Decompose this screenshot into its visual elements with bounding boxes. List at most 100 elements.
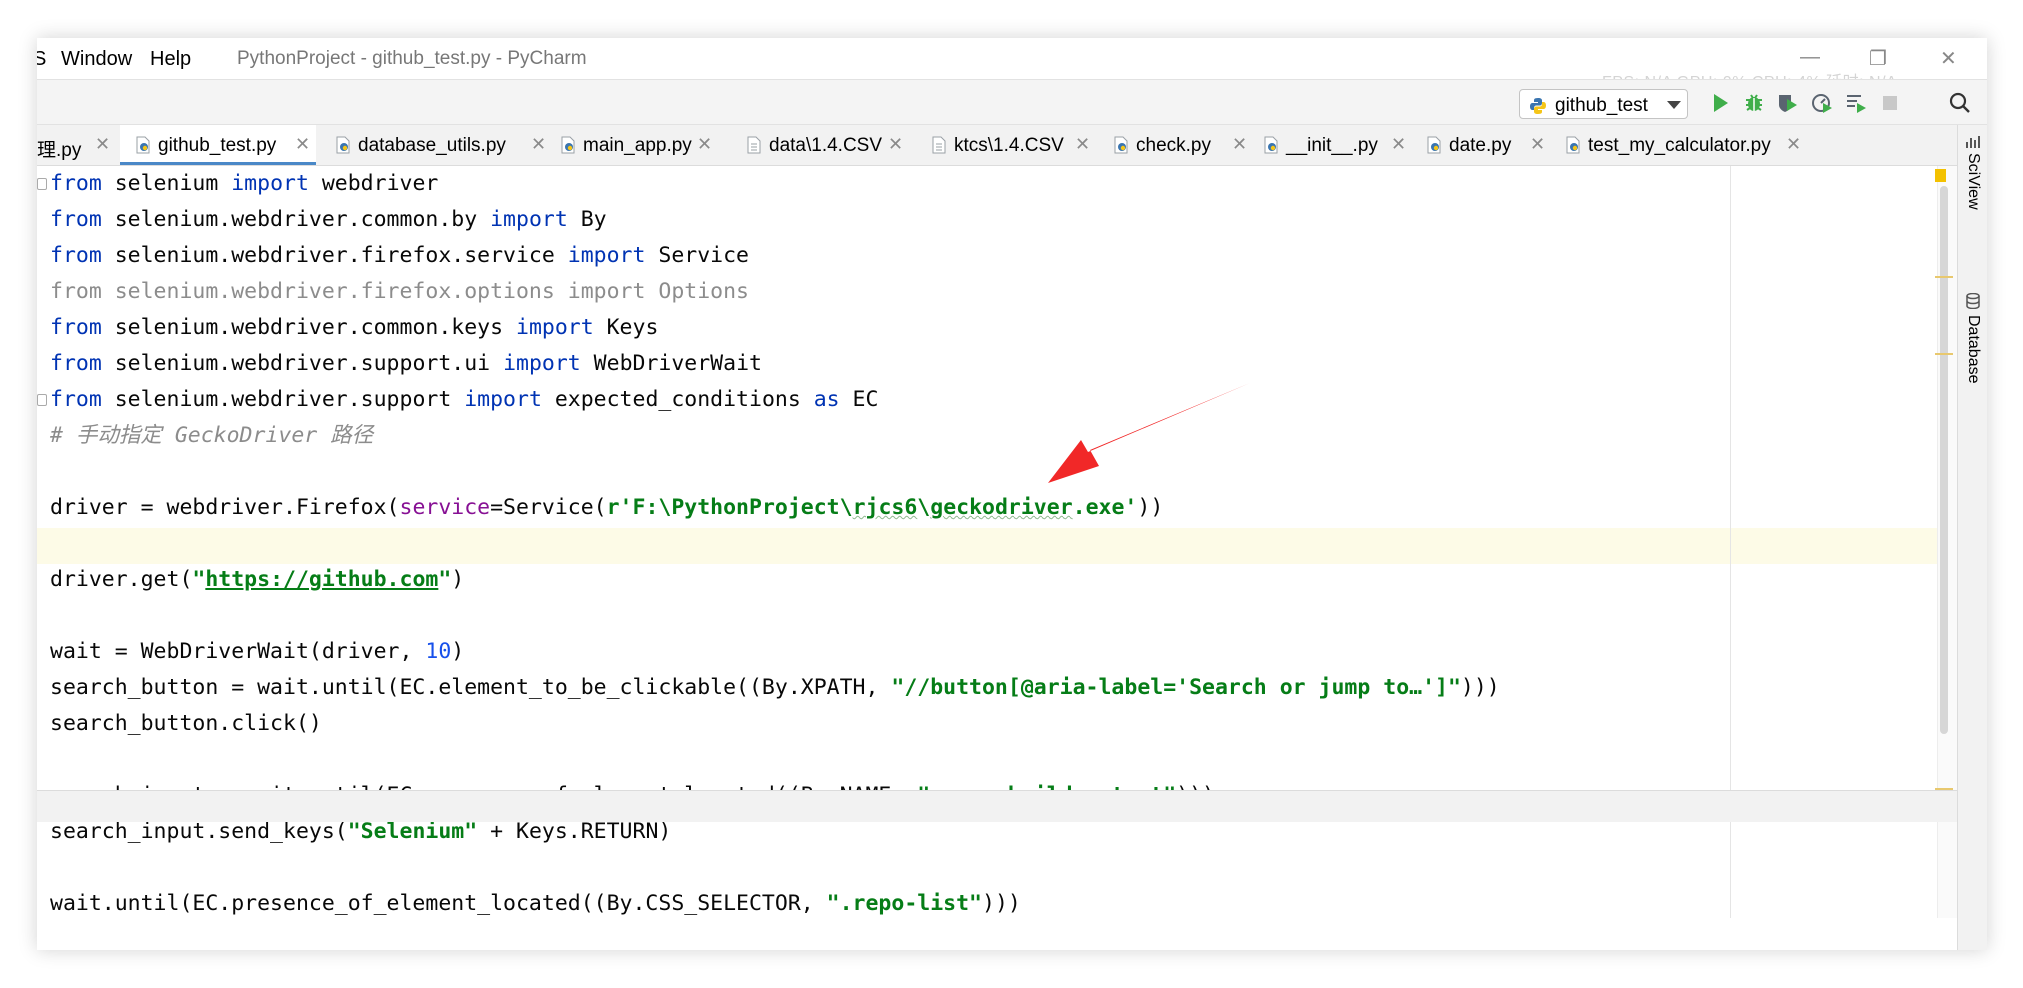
tab-check[interactable]: check.py ✕ xyxy=(1112,125,1250,165)
profile-icon[interactable] xyxy=(1810,91,1834,115)
tab-database-utils[interactable]: database_utils.py ✕ xyxy=(334,125,549,165)
code-line[interactable]: search_button.click() xyxy=(50,706,1500,742)
menu-item-partial[interactable]: S xyxy=(37,48,46,71)
run-with-coverage-icon[interactable] xyxy=(1776,91,1800,115)
python-file-icon xyxy=(561,136,575,154)
fold-marker[interactable] xyxy=(37,394,47,406)
code-token: as xyxy=(813,387,840,412)
tab-date[interactable]: date.py ✕ xyxy=(1425,125,1549,165)
debug-icon[interactable] xyxy=(1742,91,1766,115)
close-tab-icon[interactable]: ✕ xyxy=(888,134,903,155)
close-tab-icon[interactable]: ✕ xyxy=(1530,134,1545,155)
close-tab-icon[interactable]: ✕ xyxy=(1075,134,1090,155)
code-token: selenium.webdriver.common.keys xyxy=(101,315,516,340)
code-token: "//button[@aria-label='Search or jump to… xyxy=(891,675,1461,700)
code-token: from selenium.webdriver.firefox.options … xyxy=(50,279,749,304)
python-file-icon xyxy=(336,136,350,154)
code-token: # 手动指定 GeckoDriver 路径 xyxy=(50,423,374,448)
close-tab-icon[interactable]: ✕ xyxy=(95,134,110,155)
code-line[interactable] xyxy=(50,742,1500,778)
tab-main-app[interactable]: main_app.py ✕ xyxy=(559,125,714,165)
code-token: 10 xyxy=(425,639,452,664)
tab-test-my-calculator[interactable]: test_my_calculator.py ✕ xyxy=(1564,125,1804,165)
minimize-button[interactable]: — xyxy=(1800,46,1820,69)
editor-bottom-edge xyxy=(37,790,1957,822)
python-file-icon xyxy=(1114,136,1128,154)
python-file-icon xyxy=(1427,136,1441,154)
code-line[interactable]: wait.until(EC.presence_of_element_locate… xyxy=(50,886,1500,918)
warning-stripe[interactable] xyxy=(1935,276,1953,278)
code-line[interactable]: from selenium.webdriver.common.by import… xyxy=(50,202,1500,238)
code-token: https://github.com xyxy=(205,567,439,592)
code-token: search_input.send_keys( xyxy=(50,819,348,844)
code-line[interactable]: from selenium.webdriver.firefox.service … xyxy=(50,238,1500,274)
code-token: r'F:\PythonProject\ xyxy=(606,495,853,520)
code-token: " xyxy=(192,567,206,592)
code-token: " xyxy=(438,567,452,592)
tab-label: check.py xyxy=(1136,135,1211,156)
tab-label: 理.py xyxy=(37,140,82,161)
chevron-down-icon xyxy=(1667,101,1681,109)
code-token: + Keys.RETURN) xyxy=(477,819,672,844)
right-tool-strip: SciView Database xyxy=(1957,125,1987,950)
database-tool-button[interactable]: Database xyxy=(1964,315,1982,384)
code-line[interactable]: from selenium.webdriver.firefox.options … xyxy=(50,274,1500,310)
tab-partial-py[interactable]: 理.py ✕ xyxy=(37,125,117,165)
code-token: geckodriver xyxy=(930,495,1073,520)
code-line[interactable]: from selenium.webdriver.support import e… xyxy=(50,382,1500,418)
code-token: Keys xyxy=(593,315,659,340)
code-line[interactable]: driver = webdriver.Firefox(service=Servi… xyxy=(50,490,1500,526)
code-line[interactable]: from selenium.webdriver.support.ui impor… xyxy=(50,346,1500,382)
code-line[interactable]: wait = WebDriverWait(driver, 10) xyxy=(50,634,1500,670)
tab-github-test[interactable]: github_test.py ✕ xyxy=(120,125,316,165)
close-tab-icon[interactable]: ✕ xyxy=(1391,134,1406,155)
stop-icon[interactable] xyxy=(1878,91,1902,115)
python-file-icon xyxy=(136,136,150,154)
scrollbar-thumb[interactable] xyxy=(1940,186,1948,734)
code-line[interactable]: # 手动指定 GeckoDriver 路径 xyxy=(50,418,1500,454)
code-line[interactable] xyxy=(50,526,1500,562)
code-token: service xyxy=(399,495,491,520)
code-line[interactable]: search_button = wait.until(EC.element_to… xyxy=(50,670,1500,706)
run-concurrency-icon[interactable] xyxy=(1844,91,1868,115)
tab-ktcs-csv[interactable]: ktcs\1.4.CSV ✕ xyxy=(930,125,1092,165)
code-token: )) xyxy=(1137,495,1164,520)
python-file-icon xyxy=(1264,136,1278,154)
search-icon[interactable] xyxy=(1948,91,1972,115)
warning-stripe[interactable] xyxy=(1935,353,1953,355)
code-token: selenium xyxy=(101,171,232,196)
close-tab-icon[interactable]: ✕ xyxy=(295,134,310,155)
close-tab-icon[interactable]: ✕ xyxy=(1786,134,1801,155)
fold-marker[interactable] xyxy=(37,178,47,190)
code-line[interactable]: from selenium.webdriver.common.keys impo… xyxy=(50,310,1500,346)
window-title: PythonProject - github_test.py - PyCharm xyxy=(237,48,587,69)
code-token: ))) xyxy=(982,891,1021,916)
code-token: WebDriverWait xyxy=(580,351,762,376)
tab-data-csv[interactable]: data\1.4.CSV ✕ xyxy=(745,125,905,165)
inspection-status-icon[interactable] xyxy=(1935,169,1946,182)
code-line[interactable]: driver.get("https://github.com") xyxy=(50,562,1500,598)
sciview-tool-button[interactable]: SciView xyxy=(1964,153,1982,210)
run-configuration-selector[interactable]: github_test xyxy=(1519,89,1688,119)
code-token: rjcs6 xyxy=(852,495,918,520)
run-icon[interactable] xyxy=(1708,91,1732,115)
code-token: ) xyxy=(451,567,465,592)
code-token: search_button.click() xyxy=(50,711,322,736)
menu-item-window[interactable]: Window xyxy=(61,48,132,71)
code-line[interactable] xyxy=(50,850,1500,886)
code-token: "Selenium" xyxy=(347,819,478,844)
code-line[interactable]: from selenium import webdriver xyxy=(50,166,1500,202)
close-tab-icon[interactable]: ✕ xyxy=(1232,134,1247,155)
code-token: selenium.webdriver.support xyxy=(101,387,465,412)
close-tab-icon[interactable]: ✕ xyxy=(531,134,546,155)
close-button[interactable]: ✕ xyxy=(1940,46,1957,71)
code-token: ) xyxy=(451,639,465,664)
close-tab-icon[interactable]: ✕ xyxy=(697,134,712,155)
code-line[interactable] xyxy=(50,454,1500,490)
code-line[interactable] xyxy=(50,598,1500,634)
tab-init[interactable]: __init__.py ✕ xyxy=(1262,125,1408,165)
menu-item-help[interactable]: Help xyxy=(150,48,191,71)
tab-label: database_utils.py xyxy=(358,135,506,156)
sciview-icon xyxy=(1966,136,1980,148)
code-token: import xyxy=(490,207,568,232)
